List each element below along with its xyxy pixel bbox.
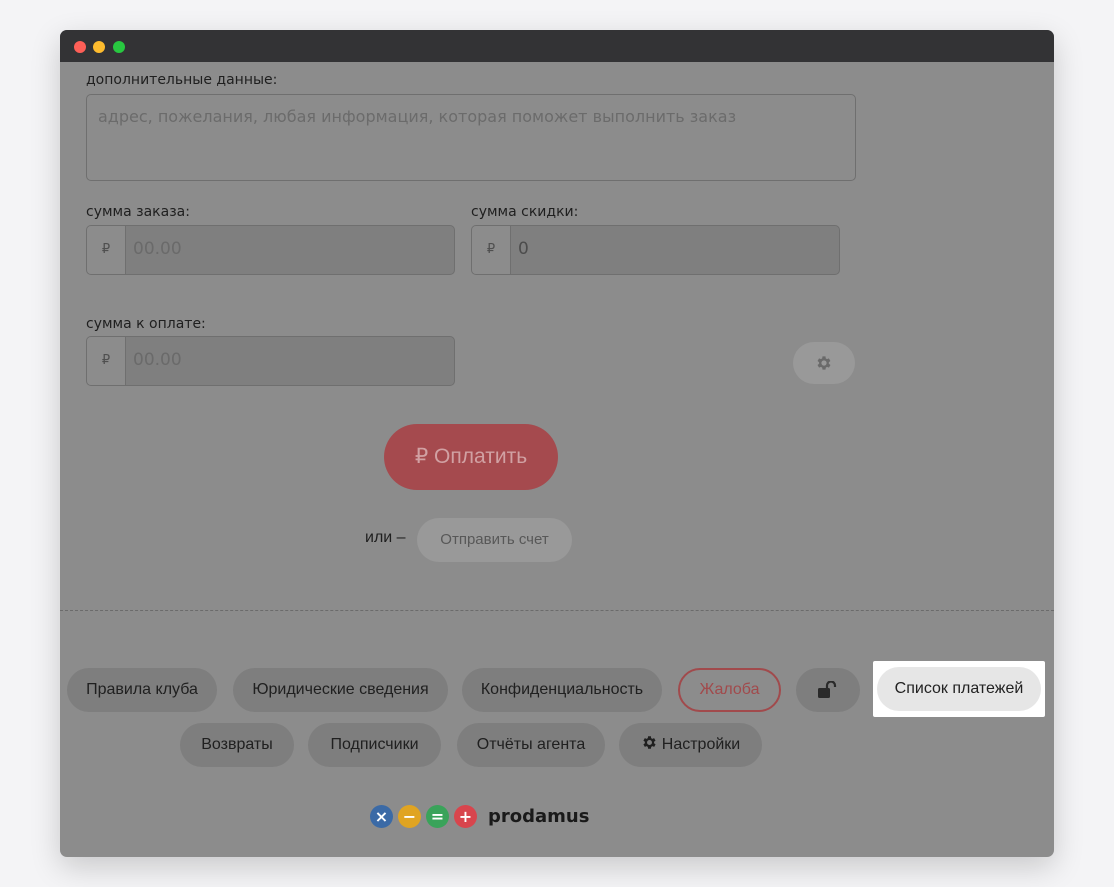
- logo-plus-icon: +: [454, 805, 477, 828]
- lock-open-icon: [818, 681, 837, 698]
- title-bar: [60, 30, 1054, 62]
- order-sum-label: сумма заказа:: [86, 204, 190, 220]
- ruble-icon: ₽: [87, 226, 126, 274]
- extra-data-textarea[interactable]: адрес, пожелания, любая информация, кото…: [86, 94, 856, 181]
- discount-value: 0: [518, 239, 529, 259]
- settings-button[interactable]: Настройки: [619, 723, 762, 767]
- order-sum-placeholder: 00.00: [133, 239, 182, 259]
- maximize-window-button[interactable]: [113, 41, 125, 53]
- gear-icon: [643, 736, 656, 749]
- ruble-icon: ₽: [87, 337, 126, 385]
- payment-settings-button[interactable]: [793, 342, 855, 384]
- privacy-button[interactable]: Конфиденциальность: [462, 668, 662, 712]
- to-pay-field[interactable]: ₽ 00.00: [86, 336, 455, 386]
- discount-label: сумма скидки:: [471, 204, 579, 220]
- extra-data-label: дополнительные данные:: [86, 72, 278, 88]
- unlock-button[interactable]: [796, 668, 860, 712]
- to-pay-placeholder: 00.00: [133, 350, 182, 370]
- close-window-button[interactable]: [74, 41, 86, 53]
- logo-x-icon: ×: [370, 805, 393, 828]
- to-pay-label: сумма к оплате:: [86, 316, 206, 332]
- brand-name: prodamus: [488, 806, 590, 827]
- legal-info-button[interactable]: Юридические сведения: [233, 668, 448, 712]
- app-window: дополнительные данные: адрес, пожелания,…: [60, 30, 1054, 857]
- ruble-icon: ₽: [472, 226, 511, 274]
- logo-equals-icon: =: [426, 805, 449, 828]
- extra-data-placeholder: адрес, пожелания, любая информация, кото…: [98, 107, 737, 126]
- subscribers-button[interactable]: Подписчики: [308, 723, 441, 767]
- complaint-button[interactable]: Жалоба: [678, 668, 781, 712]
- send-invoice-button[interactable]: Отправить счет: [417, 518, 572, 562]
- divider: [60, 610, 1054, 611]
- order-sum-field[interactable]: ₽ 00.00: [86, 225, 455, 275]
- refunds-button[interactable]: Возвраты: [180, 723, 294, 767]
- gear-icon: [817, 356, 831, 370]
- agent-reports-button[interactable]: Отчёты агента: [457, 723, 605, 767]
- logo-minus-icon: −: [398, 805, 421, 828]
- minimize-window-button[interactable]: [93, 41, 105, 53]
- settings-label: Настройки: [661, 736, 741, 753]
- pay-button[interactable]: ₽ Оплатить: [384, 424, 558, 490]
- payments-list-button[interactable]: Список платежей: [877, 667, 1041, 711]
- club-rules-button[interactable]: Правила клуба: [67, 668, 217, 712]
- or-text: или –: [365, 529, 406, 546]
- payments-list-highlight: Список платежей: [873, 661, 1045, 717]
- discount-field[interactable]: ₽ 0: [471, 225, 840, 275]
